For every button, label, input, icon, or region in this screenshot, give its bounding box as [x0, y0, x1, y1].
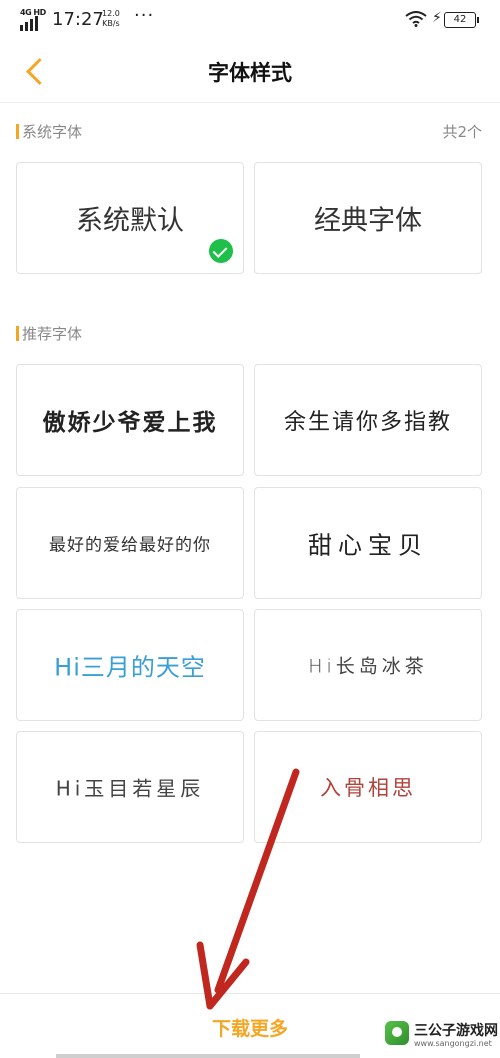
font-count: 共2个	[442, 123, 482, 141]
font-card-system-default[interactable]: 系统默认	[16, 162, 244, 274]
font-card-label: Hi三月的天空	[54, 653, 206, 682]
font-card[interactable]: 甜心宝贝	[254, 487, 482, 599]
font-card-label: Hi长岛冰茶	[308, 655, 428, 678]
watermark: 三公子游戏网 www.sangongzi.net	[385, 1018, 500, 1056]
charging-icon: ⚡	[432, 10, 442, 26]
section-marker	[16, 124, 19, 139]
font-card-label: 经典字体	[314, 205, 422, 237]
font-card[interactable]: 余生请你多指教	[254, 364, 482, 476]
font-card[interactable]: 最好的爱给最好的你	[16, 487, 244, 599]
system-fonts-header: 系统字体 共2个	[16, 121, 484, 143]
signal-icon: 4G HD	[20, 8, 46, 31]
more-notifications-icon: ···	[134, 5, 155, 26]
font-card[interactable]: 入骨相思	[254, 731, 482, 843]
font-card-label: 傲娇少爷爱上我	[42, 409, 218, 436]
wifi-icon	[405, 11, 427, 27]
font-card-label: 入骨相思	[320, 776, 416, 800]
section-marker	[16, 326, 19, 341]
font-card-classic[interactable]: 经典字体	[254, 162, 482, 274]
section-title: 系统字体	[22, 123, 83, 141]
battery-indicator: 42	[444, 12, 479, 28]
selected-check-icon	[209, 239, 233, 263]
header: 字体样式	[0, 40, 500, 103]
recommended-fonts-header: 推荐字体	[16, 323, 484, 345]
font-card[interactable]: Hi玉目若星辰	[16, 731, 244, 843]
font-card-label: Hi玉目若星辰	[55, 776, 205, 801]
font-card-label: 最好的爱给最好的你	[49, 535, 211, 556]
font-card-label: 甜心宝贝	[308, 531, 428, 560]
font-card[interactable]: 傲娇少爷爱上我	[16, 364, 244, 476]
status-time: 17:27	[52, 9, 104, 30]
status-bar: 4G HD 17:27 12.0 KB/s ··· ⚡ 42	[0, 0, 500, 40]
watermark-logo-icon	[385, 1021, 409, 1045]
font-card-label: 余生请你多指教	[283, 410, 452, 435]
home-indicator	[56, 1054, 360, 1058]
watermark-title: 三公子游戏网	[414, 1023, 498, 1039]
font-card-label: 系统默认	[76, 205, 184, 237]
section-title: 推荐字体	[22, 325, 83, 343]
watermark-url: www.sangongzi.net	[414, 1039, 492, 1048]
font-card[interactable]: Hi长岛冰茶	[254, 609, 482, 721]
font-card[interactable]: Hi三月的天空	[16, 609, 244, 721]
network-speed: 12.0 KB/s	[102, 9, 120, 28]
page-title: 字体样式	[208, 61, 292, 85]
